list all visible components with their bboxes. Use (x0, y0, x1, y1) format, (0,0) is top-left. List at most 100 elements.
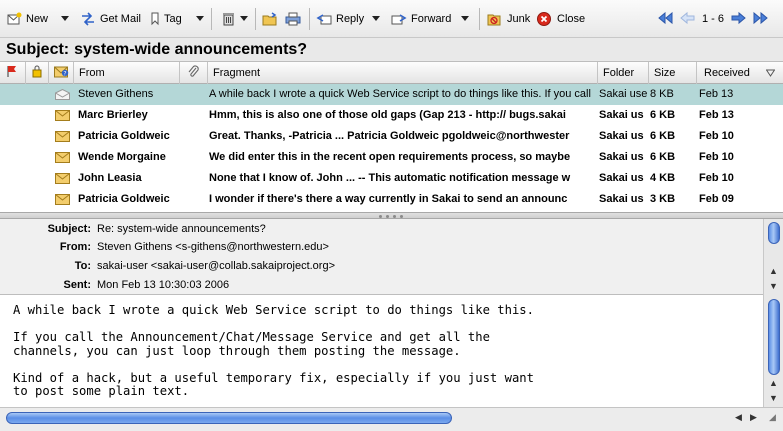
get-mail-button[interactable]: Get Mail (80, 9, 141, 29)
table-row[interactable]: Steven Githens A while back I wrote a qui… (0, 84, 783, 105)
resize-grip-icon[interactable]: ◢ (765, 410, 780, 425)
message-from-cell: Patricia Goldweic (78, 130, 170, 142)
get-mail-label: Get Mail (100, 13, 141, 25)
trash-icon (221, 12, 237, 26)
print-button[interactable] (285, 9, 305, 29)
message-fragment-cell: We did enter this in the recent open req… (209, 151, 571, 163)
file-to-folder-button[interactable] (262, 9, 282, 29)
body-scroll-thumb[interactable] (768, 299, 780, 375)
delete-dropdown-chevron-icon[interactable] (240, 16, 248, 21)
unread-envelope-icon[interactable] (55, 173, 70, 184)
red-flag-icon (6, 65, 18, 81)
table-row[interactable]: Patricia Goldweic Great. Thanks, -Patrici… (0, 126, 783, 147)
header-sent-value: Mon Feb 13 10:30:03 2006 (97, 279, 230, 291)
reply-button-label: Reply (336, 13, 365, 25)
table-row[interactable]: John Leasia None that I know of. John ...… (0, 168, 783, 189)
get-mail-icon (80, 12, 96, 26)
from-column-header[interactable]: From (74, 62, 180, 84)
new-button[interactable]: New (6, 9, 48, 29)
folder-column-label: Folder (603, 67, 635, 79)
tag-icon (150, 12, 160, 26)
lock-icon (32, 65, 42, 81)
received-column-header[interactable]: Received (697, 62, 783, 84)
table-row[interactable]: Patricia Goldweic I wonder if there's the… (0, 189, 783, 210)
message-received-cell: Feb 10 (699, 172, 734, 184)
pane-splitter[interactable] (0, 212, 783, 219)
message-body-text: A while back I wrote a quick Web Service… (13, 303, 534, 398)
read-status-column-header[interactable]: ? (49, 62, 74, 84)
previous-unread-double-arrow-icon[interactable] (656, 11, 674, 25)
tag-button[interactable]: Tag (150, 9, 182, 29)
toolbar-divider (309, 8, 310, 30)
tag-button-label: Tag (164, 13, 182, 25)
message-fragment-cell: A while back I wrote a quick Web Service… (209, 88, 591, 100)
junk-button[interactable]: Junk (487, 9, 530, 29)
scroll-down-arrow-icon[interactable]: ▼ (766, 390, 781, 405)
tag-dropdown-chevron-icon[interactable] (196, 16, 204, 21)
scroll-up-arrow-icon[interactable]: ▲ (766, 375, 781, 390)
attachment-status-column-header[interactable] (26, 62, 49, 84)
horizontal-scroll-thumb[interactable] (6, 412, 452, 424)
header-from-value[interactable]: Steven Githens <s-githens@northwestern.e… (97, 241, 329, 253)
next-arrow-icon[interactable] (729, 11, 747, 25)
delete-button[interactable] (221, 9, 241, 29)
size-column-header[interactable]: Size (649, 62, 697, 84)
header-sent-key: Sent: (63, 279, 92, 291)
folder-column-header[interactable]: Folder (598, 62, 649, 84)
printer-icon (285, 12, 301, 26)
scroll-left-arrow-icon[interactable]: ◀ (731, 410, 746, 425)
message-counter: 1 - 6 (702, 13, 725, 25)
svg-text:?: ? (63, 70, 66, 77)
message-size-cell: 6 KB (650, 109, 676, 121)
close-button[interactable]: Close (537, 9, 585, 29)
splitter-grip-dot (386, 215, 389, 218)
reply-dropdown-chevron-icon[interactable] (372, 16, 380, 21)
close-icon (537, 12, 553, 26)
header-to-value[interactable]: sakai-user <sakai-user@collab.sakaiproje… (97, 260, 335, 272)
read-envelope-icon[interactable] (55, 88, 70, 100)
paperclip-icon (187, 65, 199, 81)
headers-scroll-thumb[interactable] (768, 222, 780, 244)
message-fragment-cell: Hmm, this is also one of those old gaps … (209, 109, 566, 121)
reply-button[interactable]: Reply (316, 9, 364, 29)
message-from-cell: Steven Githens (78, 88, 154, 100)
next-unread-double-arrow-icon[interactable] (752, 11, 770, 25)
toolbar-divider (479, 8, 480, 30)
toolbar: New Get Mail Tag Reply Forward Junk Clos… (0, 0, 783, 38)
message-from-cell: Patricia Goldweic (78, 193, 170, 205)
header-subject-value: Re: system-wide announcements? (97, 223, 266, 235)
folder-arrow-icon (262, 12, 278, 26)
body-vertical-scrollbar[interactable]: ▲ ▼ (763, 295, 783, 407)
from-column-label: From (79, 67, 105, 79)
body-horizontal-scrollbar[interactable]: ◀ ▶ ◢ (0, 407, 783, 431)
message-from-cell: John Leasia (78, 172, 142, 184)
forward-dropdown-chevron-icon[interactable] (461, 16, 469, 21)
splitter-grip-dot (400, 215, 403, 218)
forward-button[interactable]: Forward (391, 9, 451, 29)
unread-envelope-icon[interactable] (55, 194, 70, 205)
headers-vertical-scrollbar[interactable]: ▲ ▼ (763, 219, 783, 295)
header-to-key: To: (74, 260, 91, 272)
new-dropdown-chevron-icon[interactable] (61, 16, 69, 21)
message-size-cell: 3 KB (650, 193, 676, 205)
previous-arrow-icon[interactable] (679, 11, 697, 25)
attachment-column-header[interactable] (180, 62, 208, 84)
unread-envelope-icon[interactable] (55, 110, 70, 121)
message-body[interactable]: A while back I wrote a quick Web Service… (0, 295, 763, 407)
message-size-cell: 6 KB (650, 130, 676, 142)
scroll-right-arrow-icon[interactable]: ▶ (746, 410, 761, 425)
scroll-up-arrow-icon[interactable]: ▲ (766, 263, 781, 278)
message-fragment-cell: I wonder if there's there a way currentl… (209, 193, 568, 205)
table-row[interactable]: Wende Morgaine We did enter this in the r… (0, 147, 783, 168)
unread-envelope-icon[interactable] (55, 131, 70, 142)
table-row[interactable]: Marc Brierley Hmm, this is also one of th… (0, 105, 783, 126)
sort-descending-icon (765, 68, 776, 80)
close-button-label: Close (557, 13, 586, 25)
fragment-column-header[interactable]: Fragment (208, 62, 598, 84)
message-received-cell: Feb 13 (699, 109, 734, 121)
flag-column-header[interactable] (0, 62, 26, 84)
unread-envelope-icon[interactable] (55, 152, 70, 163)
header-from-row: From: Steven Githens <s-githens@northwes… (0, 238, 760, 256)
scroll-down-arrow-icon[interactable]: ▼ (766, 278, 781, 293)
message-received-cell: Feb 13 (699, 88, 734, 100)
